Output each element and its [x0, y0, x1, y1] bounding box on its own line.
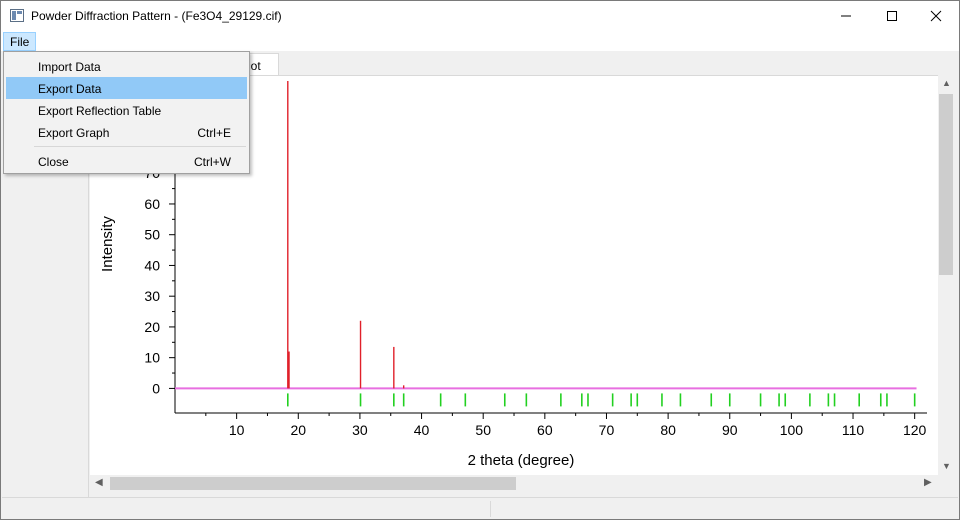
- menu-separator: [34, 146, 246, 147]
- x-tick-label: 100: [780, 422, 804, 438]
- x-tick-label: 60: [537, 422, 553, 438]
- y-tick-label: 50: [144, 227, 160, 243]
- x-tick-label: 90: [722, 422, 738, 438]
- minimize-button[interactable]: [823, 1, 869, 31]
- window-title: Powder Diffraction Pattern - (Fe3O4_2912…: [31, 9, 282, 23]
- menu-item-shortcut: Ctrl+W: [194, 155, 231, 169]
- menu-file[interactable]: File: [3, 32, 37, 51]
- scroll-right-icon[interactable]: ▶: [924, 477, 932, 488]
- x-tick-label: 80: [660, 422, 676, 438]
- menu-item-label: Export Graph: [38, 126, 110, 140]
- title-bar[interactable]: Powder Diffraction Pattern - (Fe3O4_2912…: [1, 1, 959, 31]
- y-tick-label: 40: [144, 257, 160, 273]
- close-button[interactable]: [913, 1, 959, 31]
- scroll-up-icon[interactable]: ▲: [942, 78, 951, 88]
- menu-item-export-reflection-table[interactable]: Export Reflection Table: [6, 99, 247, 121]
- y-tick-label: 10: [144, 350, 160, 366]
- scroll-down-icon[interactable]: ▼: [942, 461, 951, 471]
- maximize-button[interactable]: [869, 1, 915, 31]
- menu-item-shortcut: Ctrl+E: [197, 126, 231, 140]
- y-tick-label: 0: [152, 380, 160, 396]
- status-bar: [2, 497, 958, 519]
- scroll-left-icon[interactable]: ◀: [95, 477, 103, 488]
- app-window: Powder Diffraction Pattern - (Fe3O4_2912…: [0, 0, 960, 520]
- vertical-scroll-thumb[interactable]: [939, 94, 953, 275]
- menu-item-label: Export Data: [38, 82, 102, 96]
- menu-item-export-graph[interactable]: Export Graph Ctrl+E: [6, 121, 247, 143]
- scroll-corner: [938, 475, 955, 492]
- menu-item-import-data[interactable]: Import Data: [6, 55, 247, 77]
- x-tick-label: 50: [475, 422, 491, 438]
- menu-bar: File: [1, 31, 959, 51]
- horizontal-scrollbar[interactable]: ◀ ▶: [90, 475, 938, 492]
- x-axis-label: 2 theta (degree): [468, 452, 575, 469]
- x-tick-label: 10: [229, 422, 245, 438]
- menu-item-label: Export Reflection Table: [38, 104, 162, 118]
- x-tick-label: 110: [842, 422, 865, 438]
- y-tick-label: 30: [144, 288, 160, 304]
- file-menu-dropdown: Import Data Export Data Export Reflectio…: [3, 51, 250, 174]
- menu-item-close[interactable]: Close Ctrl+W: [6, 150, 247, 172]
- app-icon: [10, 9, 24, 22]
- x-tick-label: 30: [352, 422, 368, 438]
- maximize-icon: [887, 11, 897, 21]
- x-tick-label: 70: [599, 422, 615, 438]
- horizontal-scroll-thumb[interactable]: [110, 477, 516, 490]
- minimize-icon: [841, 15, 851, 17]
- menu-item-label: Import Data: [38, 60, 101, 74]
- x-tick-label: 20: [290, 422, 306, 438]
- y-axis-label: Intensity: [99, 216, 116, 272]
- x-tick-label: 120: [903, 422, 927, 438]
- status-divider: [490, 501, 491, 517]
- menu-item-label: Close: [38, 155, 69, 169]
- menu-item-export-data[interactable]: Export Data: [6, 77, 247, 99]
- x-tick-label: 40: [414, 422, 430, 438]
- y-tick-label: 20: [144, 319, 160, 335]
- vertical-scrollbar[interactable]: ▲ ▼: [938, 75, 955, 475]
- y-tick-label: 60: [144, 196, 160, 212]
- close-icon: [930, 10, 942, 22]
